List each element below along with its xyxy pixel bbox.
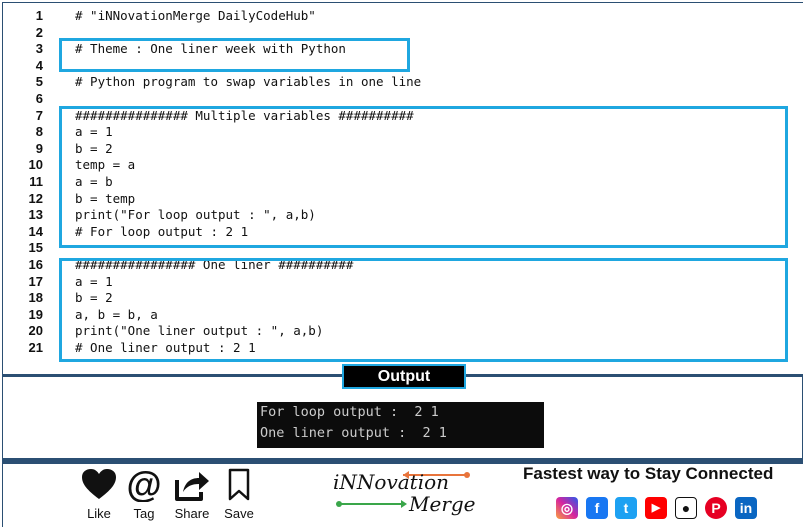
svg-text:@: @ — [126, 468, 161, 502]
share-button[interactable]: Share — [168, 468, 216, 521]
logo-sub-text: Merge — [409, 492, 476, 516]
share-icon — [175, 472, 209, 501]
like-button[interactable]: Like — [75, 468, 123, 521]
code-line-text: # Python program to swap variables in on… — [75, 74, 422, 90]
line-number: 2 — [35, 24, 43, 40]
line-number: 18 — [28, 290, 43, 306]
line-number: 1 — [35, 8, 43, 23]
save-button[interactable]: Save — [215, 468, 263, 521]
tagline: Fastest way to Stay Connected — [523, 464, 774, 483]
terminal-line: For loop output : 2 1 — [260, 404, 439, 420]
line-number: 9 — [35, 140, 43, 156]
facebook-icon[interactable]: f — [586, 497, 608, 519]
line-number: 19 — [28, 306, 43, 322]
line-number: 5 — [35, 74, 43, 90]
twitter-icon[interactable]: t — [615, 497, 637, 519]
code-line-text: # "iNNovationMerge DailyCodeHub" — [75, 8, 316, 23]
line-number: 13 — [28, 207, 43, 223]
line-number: 4 — [35, 57, 43, 73]
youtube-icon[interactable]: ▶ — [645, 497, 667, 519]
line-number: 15 — [28, 240, 43, 256]
line-number: 20 — [28, 323, 43, 339]
innovationmerge-logo: iNNovation Merge — [333, 470, 483, 518]
terminal-line: One liner output : 2 1 — [260, 425, 447, 441]
line-number: 14 — [28, 223, 43, 239]
instagram-icon[interactable]: ◎ — [556, 497, 578, 519]
line-number: 16 — [28, 257, 43, 272]
line-number: 10 — [28, 157, 43, 173]
pinterest-icon[interactable]: P — [705, 497, 727, 519]
line-number: 11 — [29, 174, 43, 189]
terminal-output: For loop output : 2 1 One liner output : … — [257, 402, 544, 448]
line-number: 12 — [28, 190, 43, 206]
output-title: Output — [342, 364, 466, 389]
github-icon[interactable]: ● — [675, 497, 697, 519]
one-liner-highlight-box — [59, 258, 788, 362]
heart-icon — [82, 469, 116, 499]
theme-highlight-box — [59, 38, 410, 72]
multiple-variables-highlight-box — [59, 106, 788, 248]
save-label: Save — [224, 506, 254, 521]
linkedin-icon[interactable]: in — [735, 497, 757, 519]
tag-button[interactable]: @ Tag — [120, 468, 168, 521]
line-number: 3 — [35, 41, 43, 57]
line-number: 17 — [28, 273, 43, 289]
logo-main-text: iNNovation — [333, 470, 450, 494]
at-icon: @ — [126, 468, 161, 502]
bookmark-icon — [228, 468, 250, 501]
like-label: Like — [87, 506, 111, 521]
tag-label: Tag — [133, 506, 155, 521]
share-label: Share — [174, 506, 210, 521]
line-number: 21 — [28, 340, 43, 355]
line-number: 8 — [35, 124, 43, 140]
line-number: 7 — [35, 107, 43, 123]
line-number: 6 — [35, 91, 43, 106]
